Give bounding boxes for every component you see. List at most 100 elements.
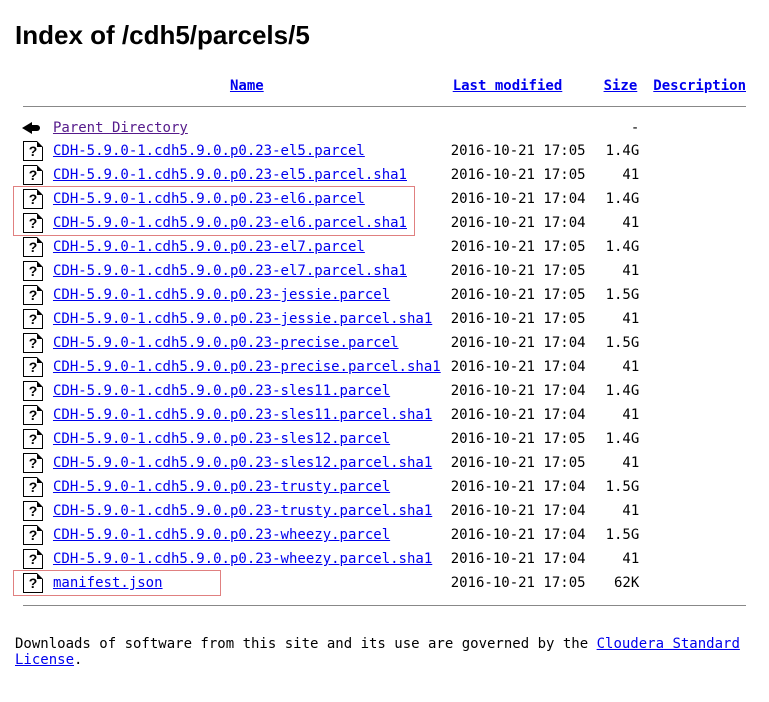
parent-directory-link[interactable]: Parent Directory	[53, 120, 188, 136]
file-size: 1.5G	[596, 331, 646, 355]
file-date: 2016-10-21 17:04	[445, 187, 596, 211]
header-name[interactable]: Name	[230, 78, 264, 94]
table-row: CDH-5.9.0-1.cdh5.9.0.p0.23-wheezy.parcel…	[15, 547, 754, 571]
divider	[23, 605, 746, 606]
table-row: CDH-5.9.0-1.cdh5.9.0.p0.23-el6.parcel.sh…	[15, 211, 754, 235]
file-icon	[23, 213, 43, 233]
file-icon	[23, 477, 43, 497]
divider	[23, 106, 746, 107]
file-size: 41	[596, 259, 646, 283]
file-date: 2016-10-21 17:05	[445, 283, 596, 307]
file-link[interactable]: CDH-5.9.0-1.cdh5.9.0.p0.23-wheezy.parcel	[53, 527, 390, 543]
header-size[interactable]: Size	[604, 78, 638, 94]
table-row: CDH-5.9.0-1.cdh5.9.0.p0.23-el7.parcel 201…	[15, 235, 754, 259]
file-date: 2016-10-21 17:04	[445, 355, 596, 379]
parent-directory-row: Parent Directory -	[15, 117, 754, 139]
file-date: 2016-10-21 17:04	[445, 475, 596, 499]
file-link[interactable]: CDH-5.9.0-1.cdh5.9.0.p0.23-sles11.parcel	[53, 383, 390, 399]
file-size: 1.4G	[596, 187, 646, 211]
file-icon	[23, 237, 43, 257]
file-size: 62K	[596, 571, 646, 595]
file-link[interactable]: CDH-5.9.0-1.cdh5.9.0.p0.23-el5.parcel	[53, 143, 365, 159]
file-date: 2016-10-21 17:05	[445, 235, 596, 259]
file-link[interactable]: CDH-5.9.0-1.cdh5.9.0.p0.23-trusty.parcel…	[53, 503, 432, 519]
table-row: CDH-5.9.0-1.cdh5.9.0.p0.23-wheezy.parcel…	[15, 523, 754, 547]
file-size: 41	[596, 211, 646, 235]
file-date: 2016-10-21 17:05	[445, 451, 596, 475]
file-icon	[23, 525, 43, 545]
file-icon	[23, 549, 43, 569]
file-icon	[23, 165, 43, 185]
file-icon	[23, 501, 43, 521]
footer: Downloads of software from this site and…	[15, 636, 754, 668]
table-row: CDH-5.9.0-1.cdh5.9.0.p0.23-el6.parcel 201…	[15, 187, 754, 211]
file-link[interactable]: CDH-5.9.0-1.cdh5.9.0.p0.23-precise.parce…	[53, 335, 399, 351]
file-link[interactable]: CDH-5.9.0-1.cdh5.9.0.p0.23-el7.parcel.sh…	[53, 263, 407, 279]
table-row: CDH-5.9.0-1.cdh5.9.0.p0.23-precise.parce…	[15, 355, 754, 379]
file-date: 2016-10-21 17:05	[445, 571, 596, 595]
file-icon	[23, 285, 43, 305]
back-icon	[22, 119, 44, 137]
file-date: 2016-10-21 17:04	[445, 403, 596, 427]
table-row: CDH-5.9.0-1.cdh5.9.0.p0.23-trusty.parcel…	[15, 475, 754, 499]
file-date: 2016-10-21 17:05	[445, 139, 596, 163]
file-date: 2016-10-21 17:04	[445, 379, 596, 403]
file-link[interactable]: CDH-5.9.0-1.cdh5.9.0.p0.23-jessie.parcel	[53, 287, 390, 303]
file-icon	[23, 405, 43, 425]
table-row: CDH-5.9.0-1.cdh5.9.0.p0.23-sles12.parcel…	[15, 427, 754, 451]
table-row: CDH-5.9.0-1.cdh5.9.0.p0.23-el5.parcel 201…	[15, 139, 754, 163]
file-icon	[23, 429, 43, 449]
file-size: 1.4G	[596, 139, 646, 163]
file-icon	[23, 261, 43, 281]
file-size: 41	[596, 355, 646, 379]
page-title: Index of /cdh5/parcels/5	[15, 20, 754, 51]
parent-size: -	[596, 117, 646, 139]
file-size: 41	[596, 499, 646, 523]
file-link[interactable]: CDH-5.9.0-1.cdh5.9.0.p0.23-precise.parce…	[53, 359, 441, 375]
table-row: CDH-5.9.0-1.cdh5.9.0.p0.23-sles11.parcel…	[15, 403, 754, 427]
file-date: 2016-10-21 17:04	[445, 331, 596, 355]
file-size: 41	[596, 451, 646, 475]
footer-text-suffix: .	[74, 652, 82, 668]
file-link[interactable]: CDH-5.9.0-1.cdh5.9.0.p0.23-jessie.parcel…	[53, 311, 432, 327]
file-link[interactable]: CDH-5.9.0-1.cdh5.9.0.p0.23-el6.parcel.sh…	[53, 215, 407, 231]
table-row: CDH-5.9.0-1.cdh5.9.0.p0.23-sles11.parcel…	[15, 379, 754, 403]
file-link[interactable]: manifest.json	[53, 575, 163, 591]
table-row: CDH-5.9.0-1.cdh5.9.0.p0.23-jessie.parcel…	[15, 283, 754, 307]
file-icon	[23, 141, 43, 161]
file-size: 1.5G	[596, 475, 646, 499]
file-link[interactable]: CDH-5.9.0-1.cdh5.9.0.p0.23-sles12.parcel…	[53, 455, 432, 471]
file-date: 2016-10-21 17:04	[445, 523, 596, 547]
file-link[interactable]: CDH-5.9.0-1.cdh5.9.0.p0.23-el6.parcel	[53, 191, 365, 207]
file-size: 1.5G	[596, 283, 646, 307]
file-icon	[23, 381, 43, 401]
file-size: 41	[596, 547, 646, 571]
header-description[interactable]: Description	[653, 78, 746, 94]
file-link[interactable]: CDH-5.9.0-1.cdh5.9.0.p0.23-sles11.parcel…	[53, 407, 432, 423]
table-row: CDH-5.9.0-1.cdh5.9.0.p0.23-precise.parce…	[15, 331, 754, 355]
file-icon	[23, 573, 43, 593]
table-row: CDH-5.9.0-1.cdh5.9.0.p0.23-el5.parcel.sh…	[15, 163, 754, 187]
table-row: CDH-5.9.0-1.cdh5.9.0.p0.23-el7.parcel.sh…	[15, 259, 754, 283]
table-row: CDH-5.9.0-1.cdh5.9.0.p0.23-sles12.parcel…	[15, 451, 754, 475]
file-icon	[23, 453, 43, 473]
file-date: 2016-10-21 17:05	[445, 427, 596, 451]
file-date: 2016-10-21 17:05	[445, 163, 596, 187]
file-link[interactable]: CDH-5.9.0-1.cdh5.9.0.p0.23-el7.parcel	[53, 239, 365, 255]
file-size: 41	[596, 163, 646, 187]
file-size: 41	[596, 403, 646, 427]
file-link[interactable]: CDH-5.9.0-1.cdh5.9.0.p0.23-trusty.parcel	[53, 479, 390, 495]
file-icon	[23, 357, 43, 377]
footer-text-prefix: Downloads of software from this site and…	[15, 636, 597, 652]
file-size: 1.5G	[596, 523, 646, 547]
file-size: 1.4G	[596, 235, 646, 259]
file-link[interactable]: CDH-5.9.0-1.cdh5.9.0.p0.23-sles12.parcel	[53, 431, 390, 447]
file-size: 1.4G	[596, 379, 646, 403]
header-last-modified[interactable]: Last modified	[453, 78, 563, 94]
directory-listing-table: Name Last modified Size Description Pare…	[15, 76, 754, 616]
file-date: 2016-10-21 17:05	[445, 307, 596, 331]
file-icon	[23, 309, 43, 329]
file-link[interactable]: CDH-5.9.0-1.cdh5.9.0.p0.23-wheezy.parcel…	[53, 551, 432, 567]
file-link[interactable]: CDH-5.9.0-1.cdh5.9.0.p0.23-el5.parcel.sh…	[53, 167, 407, 183]
file-icon	[23, 189, 43, 209]
